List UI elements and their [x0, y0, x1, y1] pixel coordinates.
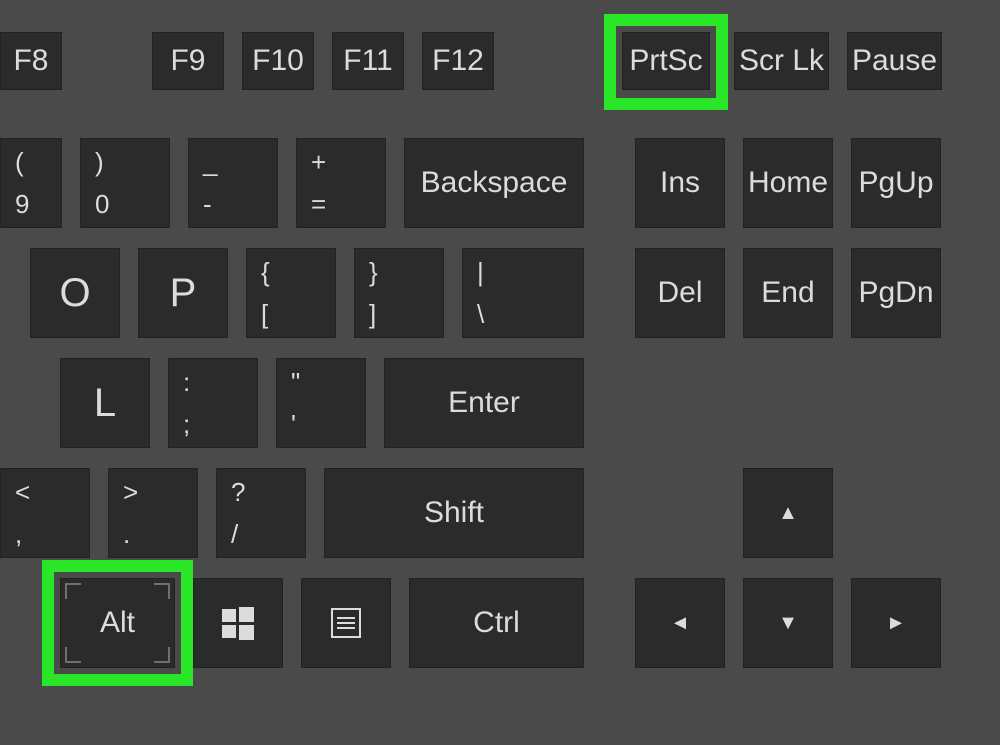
nine-label: 9	[15, 191, 29, 217]
f8-label: F8	[13, 46, 48, 76]
zero-label: 0	[95, 191, 109, 217]
up-arrow-key[interactable]: ▲	[743, 468, 833, 558]
comma-sub-label: <	[15, 479, 30, 505]
scrlk-label: Scr Lk	[739, 46, 824, 76]
rbracket-label: ]	[369, 301, 376, 327]
down-arrow-icon: ▼	[778, 613, 798, 633]
minus-sub-label: _	[203, 149, 217, 175]
backslash-key[interactable]: | \	[462, 248, 584, 338]
alt-key[interactable]: Alt	[60, 578, 175, 668]
del-key[interactable]: Del	[635, 248, 725, 338]
f11-label: F11	[343, 46, 392, 76]
up-arrow-icon: ▲	[778, 503, 798, 523]
left-bracket-key[interactable]: { [	[246, 248, 336, 338]
l-label: L	[94, 383, 116, 423]
slash-key[interactable]: ? /	[216, 468, 306, 558]
f8-key[interactable]: F8	[0, 32, 62, 90]
end-label: End	[761, 278, 814, 308]
comma-label: ,	[15, 521, 22, 547]
shift-key[interactable]: Shift	[324, 468, 584, 558]
ins-key[interactable]: Ins	[635, 138, 725, 228]
l-key[interactable]: L	[60, 358, 150, 448]
windows-key[interactable]	[193, 578, 283, 668]
right-bracket-key[interactable]: } ]	[354, 248, 444, 338]
quote-sub-label: "	[291, 369, 300, 395]
pgup-key[interactable]: PgUp	[851, 138, 941, 228]
minus-key[interactable]: _ -	[188, 138, 278, 228]
backslash-sub-label: |	[477, 259, 484, 285]
p-key[interactable]: P	[138, 248, 228, 338]
scrlk-key[interactable]: Scr Lk	[734, 32, 829, 90]
backspace-label: Backspace	[421, 168, 568, 198]
pgdn-label: PgDn	[858, 278, 933, 308]
pgdn-key[interactable]: PgDn	[851, 248, 941, 338]
end-key[interactable]: End	[743, 248, 833, 338]
o-label: O	[59, 273, 90, 313]
semicolon-key[interactable]: : ;	[168, 358, 258, 448]
home-label: Home	[748, 168, 828, 198]
f10-key[interactable]: F10	[242, 32, 314, 90]
zero-key[interactable]: ) 0	[80, 138, 170, 228]
comma-key[interactable]: < ,	[0, 468, 90, 558]
zero-sub-label: )	[95, 149, 104, 175]
menu-key[interactable]	[301, 578, 391, 668]
slash-label: /	[231, 521, 238, 547]
period-label: .	[123, 521, 130, 547]
menu-icon	[329, 606, 363, 640]
f10-label: F10	[252, 46, 304, 76]
alt-label: Alt	[100, 608, 135, 638]
equals-label: =	[311, 191, 326, 217]
prtsc-key[interactable]: PrtSc	[622, 32, 710, 90]
nine-key[interactable]: ( 9	[0, 138, 62, 228]
lbracket-sub-label: {	[261, 259, 270, 285]
backspace-key[interactable]: Backspace	[404, 138, 584, 228]
left-arrow-key[interactable]: ◄	[635, 578, 725, 668]
quote-key[interactable]: " '	[276, 358, 366, 448]
minus-label: -	[203, 191, 212, 217]
semicolon-sub-label: :	[183, 369, 190, 395]
ins-label: Ins	[660, 168, 700, 198]
down-arrow-key[interactable]: ▼	[743, 578, 833, 668]
shift-label: Shift	[424, 498, 484, 528]
right-arrow-key[interactable]: ►	[851, 578, 941, 668]
p-label: P	[170, 273, 197, 313]
enter-key[interactable]: Enter	[384, 358, 584, 448]
semicolon-label: ;	[183, 411, 190, 437]
f11-key[interactable]: F11	[332, 32, 404, 90]
pgup-label: PgUp	[858, 168, 933, 198]
pause-key[interactable]: Pause	[847, 32, 942, 90]
left-arrow-icon: ◄	[670, 613, 690, 633]
ctrl-label: Ctrl	[473, 608, 520, 638]
f9-key[interactable]: F9	[152, 32, 224, 90]
home-key[interactable]: Home	[743, 138, 833, 228]
rbracket-sub-label: }	[369, 259, 378, 285]
f12-key[interactable]: F12	[422, 32, 494, 90]
o-key[interactable]: O	[30, 248, 120, 338]
f9-label: F9	[170, 46, 205, 76]
right-arrow-icon: ►	[886, 613, 906, 633]
quote-label: '	[291, 411, 296, 437]
f12-label: F12	[432, 46, 484, 76]
enter-label: Enter	[448, 388, 520, 418]
del-label: Del	[657, 278, 702, 308]
equals-key[interactable]: + =	[296, 138, 386, 228]
slash-sub-label: ?	[231, 479, 245, 505]
lbracket-label: [	[261, 301, 268, 327]
pause-label: Pause	[852, 46, 937, 76]
nine-sub-label: (	[15, 149, 24, 175]
windows-icon	[220, 605, 256, 641]
period-sub-label: >	[123, 479, 138, 505]
prtsc-label: PrtSc	[629, 46, 702, 76]
period-key[interactable]: > .	[108, 468, 198, 558]
equals-sub-label: +	[311, 149, 326, 175]
backslash-label: \	[477, 301, 484, 327]
ctrl-key[interactable]: Ctrl	[409, 578, 584, 668]
